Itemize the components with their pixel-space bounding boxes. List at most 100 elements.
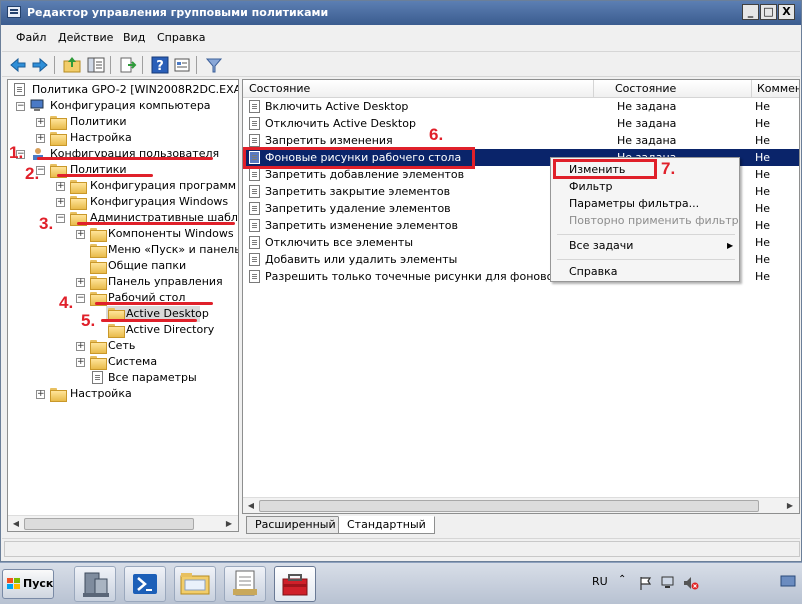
tree-start-menu[interactable]: Меню «Пуск» и панель за [72, 242, 238, 258]
folder-icon [90, 228, 107, 242]
setting-comment: Не [755, 253, 771, 266]
tree-active-directory[interactable]: Active Directory [106, 322, 226, 338]
tree-windows-components[interactable]: + Компоненты Windows [72, 226, 238, 242]
menu-file[interactable]: Файл [16, 31, 46, 44]
gpo-toolbox-icon [282, 574, 308, 596]
maximize-button[interactable]: □ [760, 4, 777, 20]
scroll-thumb[interactable] [259, 500, 759, 512]
export-list-icon[interactable] [118, 55, 138, 75]
expand-icon[interactable]: + [76, 278, 85, 287]
back-icon[interactable] [8, 55, 28, 75]
help-icon[interactable]: ? [150, 55, 170, 75]
menu-action[interactable]: Действие [58, 31, 113, 44]
tree-network[interactable]: + Сеть [72, 338, 238, 354]
tree-horizontal-scrollbar[interactable]: ◀ ▶ [8, 515, 238, 531]
expand-icon[interactable]: + [76, 230, 85, 239]
close-button[interactable]: X [778, 4, 795, 20]
show-hide-tree-icon[interactable] [86, 55, 106, 75]
app-icon [7, 6, 21, 18]
title-bar[interactable]: Редактор управления групповыми политикам… [1, 1, 801, 25]
folder-icon [70, 180, 87, 194]
menu-item-filter-params[interactable]: Параметры фильтра... [569, 196, 699, 212]
column-header-state[interactable]: Состояние [615, 82, 676, 95]
menu-help[interactable]: Справка [157, 31, 205, 44]
tab-standard[interactable]: Стандартный [338, 516, 435, 534]
action-center-flag-icon[interactable] [638, 575, 654, 591]
menu-item-help[interactable]: Справка [569, 264, 617, 280]
taskbar-explorer[interactable] [174, 566, 216, 602]
expand-icon[interactable]: + [56, 182, 65, 191]
column-header-name[interactable]: Состояние [249, 82, 310, 95]
volume-muted-icon[interactable] [682, 575, 700, 591]
network-icon[interactable] [660, 575, 678, 591]
start-button[interactable]: Пуск [2, 569, 54, 599]
tab-extended[interactable]: Расширенный [246, 516, 345, 534]
tree-user-settings[interactable]: + Настройка [32, 386, 232, 402]
setting-name: Включить Active Desktop [265, 100, 409, 113]
expand-icon[interactable]: + [56, 198, 65, 207]
setting-icon [249, 253, 260, 266]
taskbar: Пуск RU ⌃ [0, 562, 802, 604]
scroll-right-icon[interactable]: ▶ [783, 499, 797, 513]
expand-icon[interactable]: + [76, 358, 85, 367]
setting-icon [249, 270, 260, 283]
menu-item-filter[interactable]: Фильтр [569, 179, 613, 195]
forward-icon[interactable] [30, 55, 50, 75]
tree-panel: Политика GPO-2 [WIN2008R2DC.EXAMPL − Кон… [7, 79, 239, 532]
tree-windows-config[interactable]: + Конфигурация Windows [52, 194, 238, 210]
annotation-underline-4 [95, 302, 213, 305]
tree-computer-settings[interactable]: + Настройка [32, 130, 232, 146]
tree-shared-folders[interactable]: Общие папки [72, 258, 238, 274]
scroll-left-icon[interactable]: ◀ [9, 517, 23, 531]
language-indicator[interactable]: RU [592, 575, 608, 588]
taskbar-gpo-editor[interactable] [274, 566, 316, 602]
tree-computer-policies[interactable]: + Политики [32, 114, 232, 130]
scroll-right-icon[interactable]: ▶ [222, 517, 236, 531]
expand-icon[interactable]: + [36, 134, 45, 143]
list-horizontal-scrollbar[interactable]: ◀ ▶ [243, 497, 799, 513]
setting-state: Не задана [617, 100, 677, 113]
menu-item-all-tasks-label: Все задачи [569, 239, 634, 252]
scroll-thumb[interactable] [24, 518, 194, 530]
explorer-icon [180, 573, 210, 595]
tree-system[interactable]: + Система [72, 354, 238, 370]
all-settings-icon [92, 371, 103, 384]
menu-item-all-tasks[interactable]: Все задачи ▶ [569, 238, 733, 254]
tree-software-config[interactable]: + Конфигурация программ [52, 178, 238, 194]
taskbar-policy-doc[interactable] [224, 566, 266, 602]
tree-control-panel[interactable]: + Панель управления [72, 274, 238, 290]
status-bar [2, 538, 800, 558]
collapse-icon[interactable]: − [76, 294, 85, 303]
menu-view[interactable]: Вид [123, 31, 145, 44]
taskbar-server-manager[interactable] [74, 566, 116, 602]
setting-icon [249, 100, 260, 113]
tree-all-settings[interactable]: Все параметры [72, 370, 238, 386]
server-manager-icon [83, 572, 109, 597]
show-desktop-icon[interactable] [780, 575, 796, 589]
collapse-icon[interactable]: − [16, 102, 25, 111]
expand-icon[interactable]: + [36, 390, 45, 399]
scroll-left-icon[interactable]: ◀ [244, 499, 258, 513]
up-folder-icon[interactable] [62, 55, 82, 75]
annotation-box-7 [553, 159, 657, 179]
column-header-comment[interactable]: Коммен [757, 82, 799, 95]
annotation-label-2: 2. [25, 164, 40, 183]
expand-icon[interactable]: + [76, 342, 85, 351]
computer-icon [30, 99, 44, 111]
expand-icon[interactable]: + [36, 118, 45, 127]
show-hidden-icons-icon[interactable]: ⌃ [618, 574, 626, 585]
system-tray: RU ⌃ [588, 567, 800, 601]
collapse-icon[interactable]: − [56, 214, 65, 223]
folder-icon [108, 324, 125, 338]
windows-logo-icon [7, 578, 20, 590]
properties-icon[interactable] [172, 55, 192, 75]
tree-computer-config[interactable]: − Конфигурация компьютера [12, 98, 232, 114]
minimize-button[interactable]: _ [742, 4, 759, 20]
taskbar-powershell[interactable] [124, 566, 166, 602]
table-row[interactable]: Включить Active Desktop Не задана Не [243, 98, 799, 115]
start-label: Пуск [23, 577, 54, 590]
setting-comment: Не [755, 168, 771, 181]
filter-icon[interactable] [204, 55, 224, 75]
table-row[interactable]: Отключить Active Desktop Не задана Не [243, 115, 799, 132]
setting-name: Добавить или удалить элементы [265, 253, 458, 266]
